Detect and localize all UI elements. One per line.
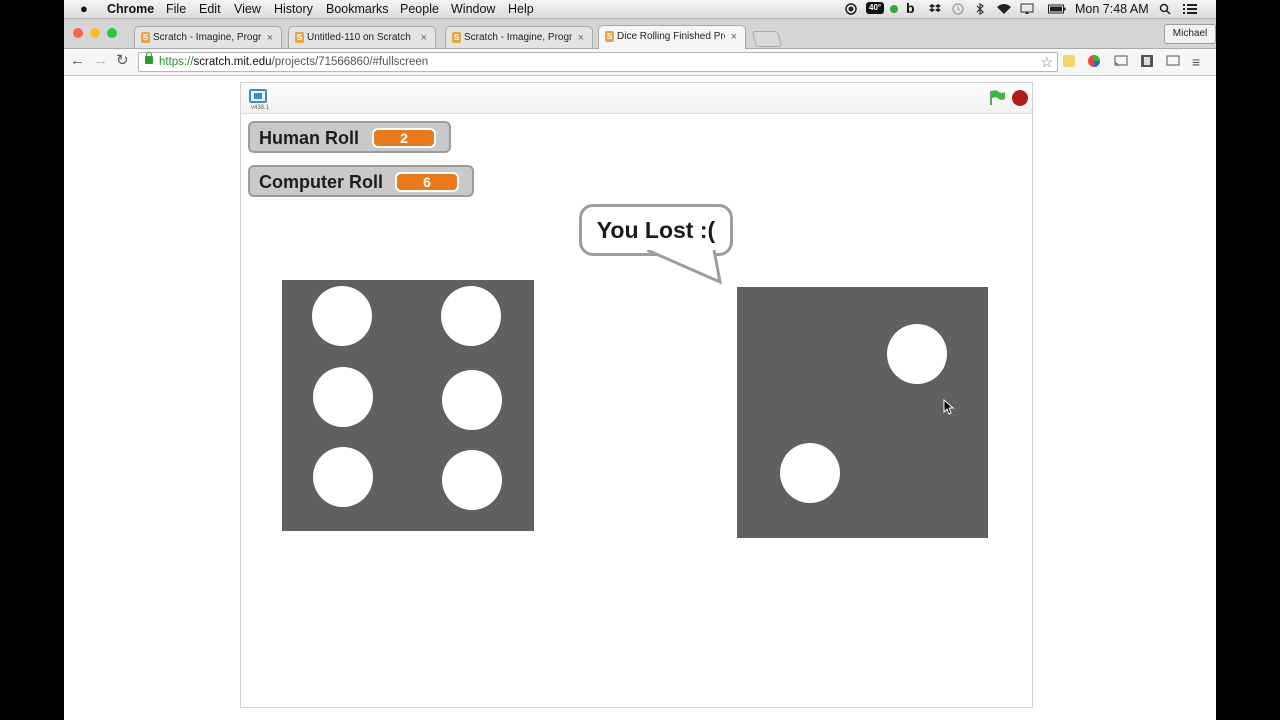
player-control-bar: v438.1 <box>241 83 1032 114</box>
die-pip <box>313 447 373 507</box>
monitor-human-roll: Human Roll 2 <box>248 121 451 153</box>
bluetooth-icon[interactable] <box>976 3 985 15</box>
green-flag-icon[interactable] <box>988 89 1006 107</box>
scratch-favicon-icon: S <box>141 32 150 43</box>
menu-history[interactable]: History <box>274 1 313 17</box>
mirroring-icon[interactable] <box>1020 3 1034 15</box>
menu-window[interactable]: Window <box>451 1 495 17</box>
tab-close-icon[interactable]: × <box>267 31 273 45</box>
speech-bubble-tail <box>647 250 722 285</box>
apple-menu-icon[interactable]: ● <box>80 1 88 17</box>
menu-edit[interactable]: Edit <box>199 1 221 17</box>
tab-strip: S Scratch - Imagine, Program × S Untitle… <box>64 19 1216 49</box>
die-pip <box>441 286 501 346</box>
app-menu-chrome[interactable]: Chrome <box>107 1 154 17</box>
chrome-menu-button[interactable]: ≡ <box>1192 53 1200 71</box>
die-pip <box>780 443 840 503</box>
scratch-favicon-icon: S <box>295 32 304 43</box>
clock[interactable]: Mon 7:48 AM <box>1075 1 1149 17</box>
weather-icon <box>890 5 898 13</box>
mouse-cursor-icon <box>943 399 955 415</box>
tab-title: Untitled-110 on Scratch <box>307 32 411 43</box>
die-pip <box>887 324 947 384</box>
stop-sign-icon[interactable] <box>1012 90 1028 106</box>
bookmark-star-icon[interactable]: ☆ <box>1040 53 1053 71</box>
close-window-button[interactable] <box>73 28 83 38</box>
exit-fullscreen-icon[interactable] <box>249 89 267 103</box>
new-tab-button[interactable] <box>751 31 783 47</box>
menu-help[interactable]: Help <box>508 1 534 17</box>
monitor-label: Human Roll <box>259 128 360 148</box>
mac-menu-bar: ● Chrome File Edit View History Bookmark… <box>64 0 1216 19</box>
monitor-value: 2 <box>372 128 436 148</box>
cast-screen-icon[interactable] <box>1166 54 1180 68</box>
list-icon[interactable] <box>1183 3 1197 15</box>
minimize-window-button[interactable] <box>90 28 100 38</box>
scratch-favicon-icon: S <box>452 32 461 43</box>
forward-button[interactable]: → <box>93 52 108 70</box>
extension-film-icon[interactable] <box>1140 54 1154 68</box>
tab-scratch-2[interactable]: S Scratch - Imagine, Program × <box>445 26 593 48</box>
b-icon[interactable]: b <box>906 0 915 16</box>
zoom-window-button[interactable] <box>107 28 117 38</box>
url-host: scratch.mit.edu <box>193 56 272 68</box>
cast-icon[interactable] <box>1114 54 1128 68</box>
profile-button[interactable]: Michael <box>1164 24 1216 44</box>
back-button[interactable]: ← <box>70 52 85 70</box>
wifi-icon[interactable] <box>996 3 1012 15</box>
url-scheme: https:// <box>159 56 194 68</box>
tab-untitled-110[interactable]: S Untitled-110 on Scratch × <box>288 26 436 48</box>
die-pip <box>442 370 502 430</box>
dropbox-icon[interactable] <box>928 3 942 15</box>
spotlight-icon[interactable] <box>1159 3 1171 15</box>
extension-pinwheel-icon[interactable] <box>1087 54 1101 68</box>
battery-icon[interactable] <box>1048 3 1066 15</box>
url-path: /projects/71566860/#fullscreen <box>271 56 429 68</box>
monitor-value: 6 <box>395 172 459 192</box>
menu-people[interactable]: People <box>400 1 439 17</box>
menu-bookmarks[interactable]: Bookmarks <box>326 1 389 17</box>
monitor-computer-roll: Computer Roll 6 <box>248 165 474 197</box>
tab-close-icon[interactable]: × <box>578 31 584 45</box>
time-machine-icon[interactable] <box>952 3 964 15</box>
monitor-label: Computer Roll <box>259 172 383 192</box>
reload-button[interactable]: ↻ <box>116 52 129 70</box>
tab-close-icon[interactable]: × <box>421 31 427 45</box>
record-icon[interactable] <box>845 3 857 15</box>
scratch-favicon-icon: S <box>605 31 614 42</box>
extension-sticky-icon[interactable] <box>1062 54 1076 68</box>
tab-scratch-1[interactable]: S Scratch - Imagine, Program × <box>134 26 282 48</box>
tab-title: Dice Rolling Finished Proje <box>617 31 725 42</box>
browser-toolbar: ← → ↻ https://scratch.mit.edu/projects/7… <box>64 49 1216 76</box>
die-pip <box>442 450 502 510</box>
tab-close-icon[interactable]: × <box>731 30 737 44</box>
player-version: v438.1 <box>251 105 270 111</box>
speech-bubble: You Lost :( <box>579 204 733 256</box>
screen: ● Chrome File Edit View History Bookmark… <box>64 0 1216 720</box>
menu-view[interactable]: View <box>234 1 261 17</box>
die-pip <box>313 367 373 427</box>
url-text: https://scratch.mit.edu/projects/7156686… <box>159 53 428 71</box>
human-die-sprite[interactable] <box>282 280 534 531</box>
tab-dice-rolling[interactable]: S Dice Rolling Finished Proje × <box>598 25 746 49</box>
die-pip <box>312 286 372 346</box>
tab-title: Scratch - Imagine, Program <box>153 32 261 43</box>
lock-icon[interactable] <box>145 52 153 64</box>
weather-temperature[interactable]: 40° <box>866 2 885 14</box>
address-bar[interactable]: https://scratch.mit.edu/projects/7156686… <box>138 52 1058 72</box>
menu-file[interactable]: File <box>166 1 186 17</box>
speech-text: You Lost :( <box>596 217 716 243</box>
tab-title: Scratch - Imagine, Program <box>464 32 572 43</box>
